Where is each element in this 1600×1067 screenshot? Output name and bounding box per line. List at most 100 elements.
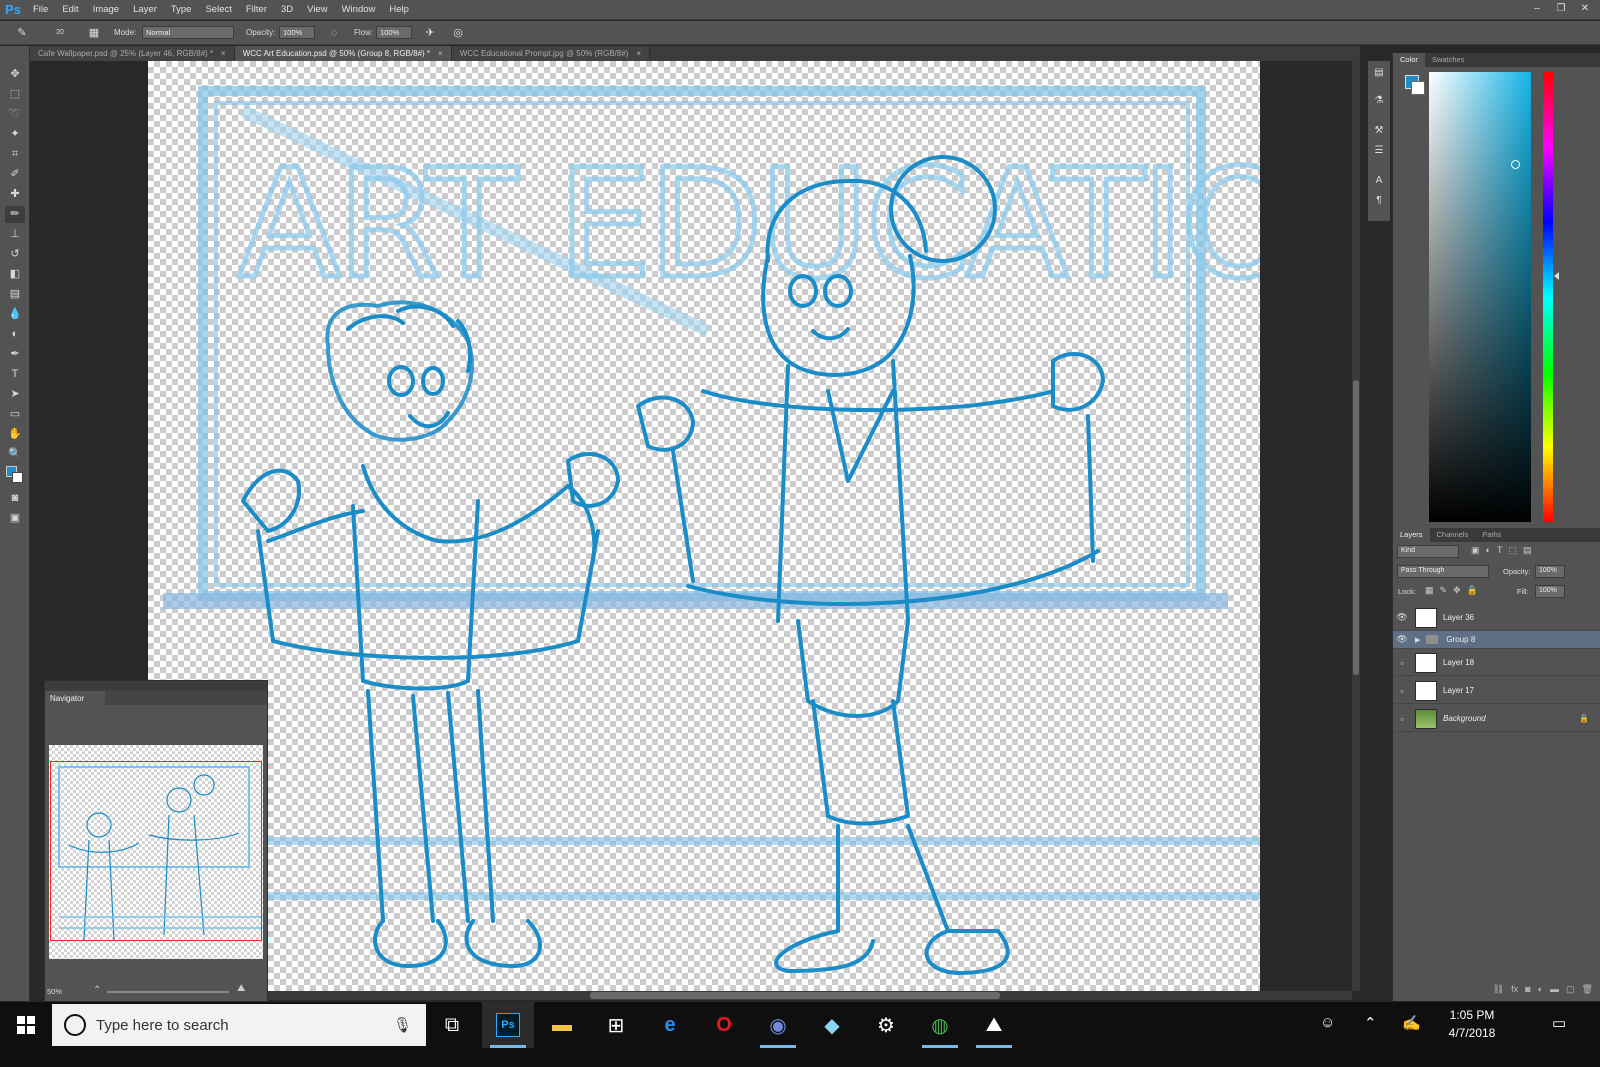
character-panel-icon[interactable]: A (1371, 173, 1387, 189)
blend-mode-select[interactable]: Pass Through (1397, 565, 1489, 578)
eyedropper-icon[interactable]: ✐ (5, 166, 25, 183)
zoom-out-icon[interactable]: ⌃ (93, 985, 101, 996)
navigator-thumbnail[interactable] (49, 745, 263, 959)
hue-slider-marker[interactable] (1554, 272, 1559, 280)
minimize-button[interactable]: – (1528, 2, 1546, 16)
pen-icon[interactable]: ✒ (5, 346, 25, 363)
task-view-icon[interactable]: ⧉ (426, 1002, 478, 1048)
history-panel-icon[interactable]: ▤ (1371, 65, 1387, 81)
flow-field[interactable]: 100% (376, 26, 412, 39)
layer-row-layer-36[interactable]: 👁 Layer 36 (1393, 605, 1600, 631)
tab-wcc-educational-prompt[interactable]: WCC Educational Prompt.jpg @ 50% (RGB/8#… (451, 46, 650, 61)
menu-layer[interactable]: Layer (126, 4, 164, 15)
tool-presets-icon[interactable]: ⚒ (1371, 123, 1387, 139)
pressure-size-icon[interactable]: ◎ (450, 25, 466, 41)
edge-icon[interactable]: e (644, 1002, 696, 1048)
menu-3d[interactable]: 3D (274, 4, 300, 15)
menu-select[interactable]: Select (198, 4, 238, 15)
eye-off-icon[interactable]: ▫ (1393, 714, 1411, 724)
background-color-swatch[interactable] (12, 472, 23, 483)
tab-swatches[interactable]: Swatches (1425, 53, 1472, 67)
brush-panel-icon[interactable]: ▦ (86, 25, 102, 41)
adjustment-layer-icon[interactable]: ◐ (1538, 984, 1543, 998)
zoom-icon[interactable]: 🔍 (5, 446, 25, 463)
file-explorer-icon[interactable]: ▬ (536, 1002, 588, 1048)
opacity-field[interactable]: 100% (279, 26, 315, 39)
paragraph-panel-icon[interactable]: ¶ (1371, 193, 1387, 209)
app-icon[interactable]: ◆ (806, 1002, 858, 1048)
photoshop-logo[interactable]: Ps (0, 0, 26, 20)
color-picker-cursor[interactable] (1511, 160, 1520, 169)
system-clock[interactable]: 1:05 PM 4/7/2018 (1432, 1006, 1512, 1042)
close-tab-icon[interactable]: × (221, 49, 226, 58)
layer-row-layer-18[interactable]: ▫ Layer 18 (1393, 650, 1600, 676)
brush-presets-icon[interactable]: ⚗ (1371, 93, 1387, 109)
lock-icons[interactable]: ▦✎✥🔒 (1425, 585, 1484, 596)
eye-off-icon[interactable]: ▫ (1393, 686, 1411, 696)
hand-icon[interactable]: ✋ (5, 426, 25, 443)
chrome-icon[interactable]: ◍ (914, 1002, 966, 1048)
menu-edit[interactable]: Edit (55, 4, 85, 15)
tab-cafe-wallpaper[interactable]: Cafe Wallpaper.psd @ 25% (Layer 46, RGB/… (30, 46, 235, 61)
store-icon[interactable]: ⊞ (590, 1002, 642, 1048)
eraser-icon[interactable]: ◧ (5, 266, 25, 283)
close-tab-icon[interactable]: × (636, 49, 641, 58)
start-button[interactable] (0, 1002, 52, 1048)
new-layer-icon[interactable]: ▢ (1566, 984, 1575, 998)
layer-row-layer-17[interactable]: ▫ Layer 17 (1393, 678, 1600, 704)
magic-wand-icon[interactable]: ✦ (5, 126, 25, 143)
move-icon[interactable]: ✥ (5, 66, 25, 83)
tab-layers[interactable]: Layers (1393, 528, 1430, 542)
color-picker-field[interactable] (1429, 72, 1531, 522)
eye-off-icon[interactable]: ▫ (1393, 658, 1411, 668)
layer-row-group-8[interactable]: 👁 ▶ Group 8 (1393, 631, 1600, 649)
layer-filter-select[interactable]: Kind (1397, 545, 1459, 558)
microphone-icon[interactable]: 🎙 (393, 1016, 412, 1034)
path-select-icon[interactable]: ➤ (5, 386, 25, 403)
trash-icon[interactable]: 🗑 (1582, 984, 1593, 998)
expand-arrow-icon[interactable]: ▶ (1415, 636, 1420, 644)
link-icon[interactable]: ⛓ (1493, 984, 1504, 998)
layer-row-background[interactable]: ▫ Background 🔒 (1393, 706, 1600, 732)
dodge-icon[interactable]: ◐ (5, 326, 25, 343)
menu-file[interactable]: File (26, 4, 55, 15)
layer-opacity-field[interactable]: 100% (1535, 565, 1565, 578)
tab-channels[interactable]: Channels (1430, 528, 1476, 542)
restore-button[interactable]: ❐ (1552, 2, 1570, 16)
close-tab-icon[interactable]: × (438, 49, 443, 58)
type-icon[interactable]: T (5, 366, 25, 383)
healing-icon[interactable]: ✚ (5, 186, 25, 203)
tab-color[interactable]: Color (1393, 53, 1425, 67)
hue-slider[interactable] (1543, 72, 1553, 522)
lasso-icon[interactable]: ➰ (5, 106, 25, 123)
layer-filter-icons[interactable]: ▣◐T⬚▤ (1471, 545, 1537, 556)
settings-icon[interactable]: ⚙ (860, 1002, 912, 1048)
menu-window[interactable]: Window (335, 4, 383, 15)
history-brush-icon[interactable]: ↺ (5, 246, 25, 263)
adjustments-icon[interactable]: ☰ (1371, 143, 1387, 159)
shape-icon[interactable]: ▭ (5, 406, 25, 423)
quick-mask-icon[interactable]: ◙ (5, 490, 25, 507)
horizontal-scroll-thumb[interactable] (590, 992, 1000, 999)
gradient-icon[interactable]: ▤ (5, 286, 25, 303)
navigator-header[interactable] (45, 681, 267, 691)
tab-paths[interactable]: Paths (1475, 528, 1508, 542)
eye-icon[interactable]: 👁 (1393, 612, 1411, 623)
people-icon[interactable]: ☺ (1320, 1014, 1335, 1031)
pressure-opacity-icon[interactable]: ◌ (326, 25, 342, 41)
navigator-zoom-slider[interactable] (107, 991, 229, 993)
brush-icon[interactable]: ✏ (5, 206, 25, 223)
discord-icon[interactable]: ◉ (752, 1002, 804, 1048)
screen-mode-icon[interactable]: ▣ (5, 510, 25, 527)
navigator-zoom-value[interactable]: 50% (47, 987, 62, 996)
fx-icon[interactable]: fx (1511, 984, 1518, 998)
blur-icon[interactable]: 💧 (5, 306, 25, 323)
menu-filter[interactable]: Filter (239, 4, 274, 15)
navigator-tab[interactable]: Navigator (45, 691, 105, 705)
eye-icon[interactable]: 👁 (1393, 634, 1411, 645)
brush-size[interactable]: 20 (52, 25, 68, 41)
opera-icon[interactable]: O (698, 1002, 750, 1048)
canvas[interactable]: ART EDUCATION (148, 61, 1260, 991)
brush-preset-icon[interactable]: ✎ (14, 25, 30, 41)
airbrush-icon[interactable]: ✈ (422, 25, 438, 41)
